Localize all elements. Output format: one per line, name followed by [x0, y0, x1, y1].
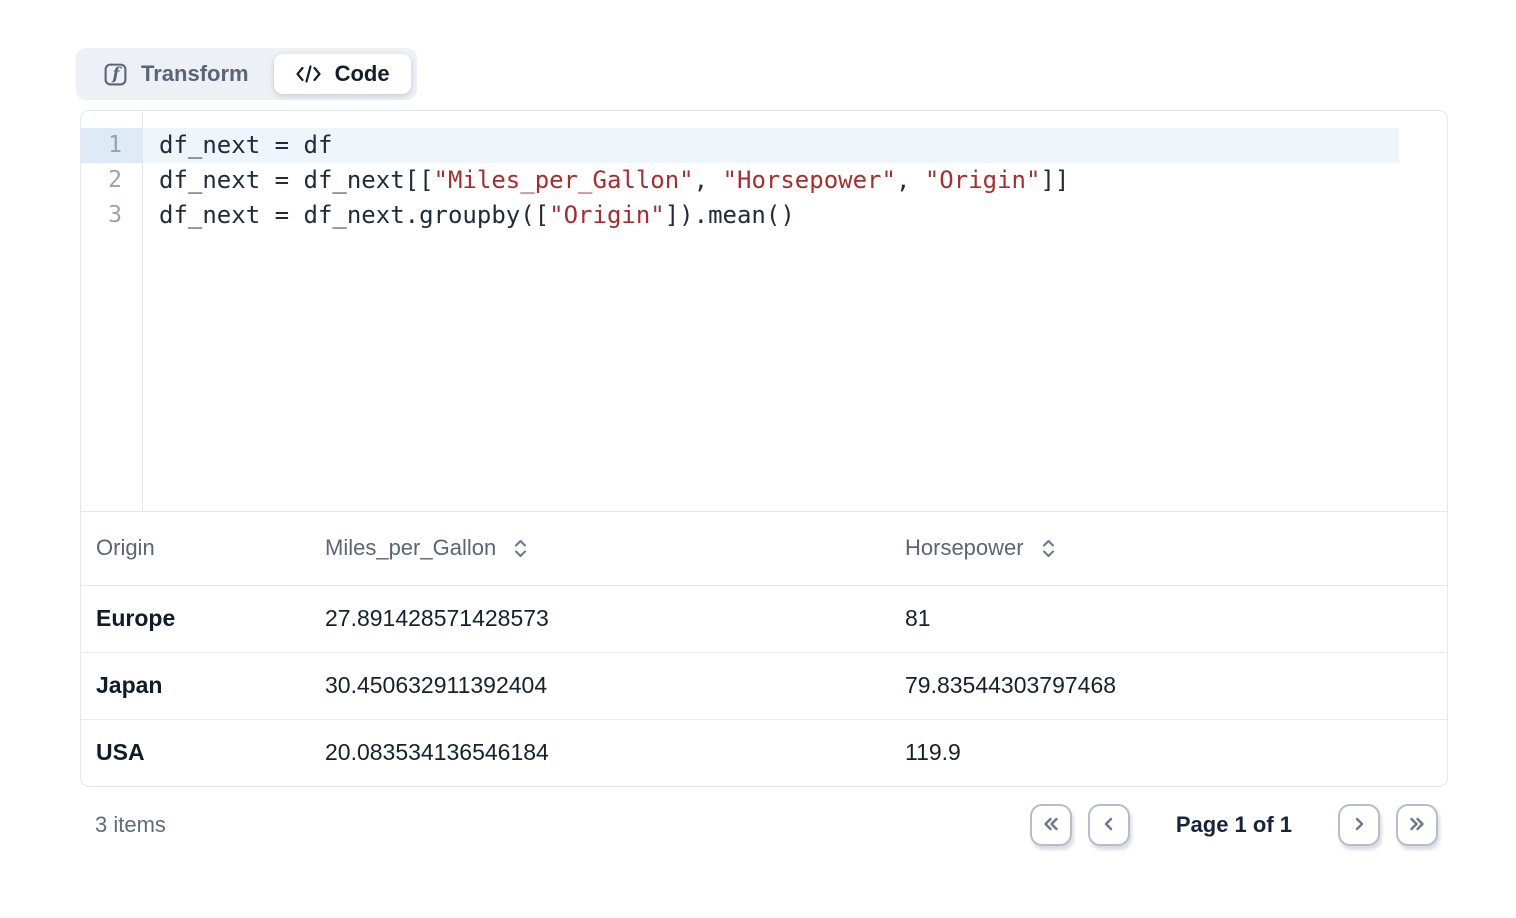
row-header-cell: Europe	[81, 585, 310, 652]
string-token: "Origin"	[925, 166, 1041, 194]
line-number: 2	[81, 163, 142, 198]
code-token: ,	[896, 166, 925, 194]
line-number: 1	[81, 128, 142, 163]
column-label: Origin	[96, 535, 155, 561]
code-token: df_next = df	[159, 131, 332, 159]
tab-transform-label: Transform	[141, 61, 249, 87]
view-mode-tabs: f Transform Code	[76, 48, 417, 100]
editor-gutter: 123	[81, 111, 143, 511]
code-token: ,	[694, 166, 723, 194]
result-table: Origin Miles_per_Gallon Horsepower Europe2…	[81, 512, 1447, 786]
code-line[interactable]: df_next = df	[143, 128, 1399, 163]
last-page-button[interactable]	[1396, 804, 1438, 846]
code-token: ]]	[1040, 166, 1069, 194]
sort-chevrons-icon[interactable]	[1039, 537, 1058, 560]
editor-code-area: df_next = df df_next = df_next[["Miles_pe…	[143, 111, 1447, 511]
chevron-right-icon	[1351, 816, 1367, 835]
data-cell: 27.891428571428573	[310, 585, 890, 652]
data-cell: 81	[890, 585, 1447, 652]
table-row: USA20.083534136546184119.9	[81, 719, 1447, 786]
previous-page-button[interactable]	[1088, 804, 1130, 846]
tab-code[interactable]: Code	[274, 54, 411, 94]
next-page-button[interactable]	[1338, 804, 1380, 846]
string-token: "Horsepower"	[723, 166, 896, 194]
code-icon	[295, 64, 322, 84]
svg-text:f: f	[111, 63, 122, 83]
table-header-row: Origin Miles_per_Gallon Horsepower	[81, 512, 1447, 585]
chevrons-right-icon	[1408, 816, 1426, 835]
row-header-cell: USA	[81, 719, 310, 786]
row-header-cell: Japan	[81, 652, 310, 719]
first-page-button[interactable]	[1030, 804, 1072, 846]
table-body: Europe27.89142857142857381Japan30.450632…	[81, 585, 1447, 786]
code-line[interactable]: df_next = df_next[["Miles_per_Gallon", "…	[143, 163, 1399, 198]
data-cell: 119.9	[890, 719, 1447, 786]
code-token: df_next = df_next[[	[159, 166, 434, 194]
table-footer: 3 items Page 1 of 1	[80, 804, 1448, 846]
function-icon: f	[103, 62, 128, 87]
chevron-left-icon	[1101, 816, 1117, 835]
data-cell: 79.83544303797468	[890, 652, 1447, 719]
code-line[interactable]: df_next = df_next.groupby(["Origin"]).me…	[143, 198, 1399, 233]
data-cell: 20.083534136546184	[310, 719, 890, 786]
column-label: Miles_per_Gallon	[325, 535, 496, 561]
column-label: Horsepower	[905, 535, 1024, 561]
column-header-horsepower: Horsepower	[890, 512, 1447, 585]
chevrons-left-icon	[1042, 816, 1060, 835]
table-row: Japan30.45063291139240479.83544303797468	[81, 652, 1447, 719]
data-cell: 30.450632911392404	[310, 652, 890, 719]
transform-panel: 123 df_next = df df_next = df_next[["Mile…	[80, 110, 1448, 787]
column-header-miles_per_gallon: Miles_per_Gallon	[310, 512, 890, 585]
column-header-origin: Origin	[81, 512, 310, 585]
pagination: Page 1 of 1	[1030, 804, 1438, 846]
string-token: "Miles_per_Gallon"	[434, 166, 694, 194]
table-row: Europe27.89142857142857381	[81, 585, 1447, 652]
line-number: 3	[81, 198, 142, 233]
code-token: ]).mean()	[665, 201, 795, 229]
string-token: "Origin"	[549, 201, 665, 229]
items-count: 3 items	[95, 812, 166, 838]
code-token: df_next = df_next.groupby([	[159, 201, 549, 229]
code-editor[interactable]: 123 df_next = df df_next = df_next[["Mile…	[81, 111, 1447, 512]
page-indicator: Page 1 of 1	[1176, 812, 1292, 838]
tab-code-label: Code	[335, 61, 390, 87]
sort-chevrons-icon[interactable]	[511, 537, 530, 560]
tab-transform[interactable]: f Transform	[82, 54, 270, 94]
